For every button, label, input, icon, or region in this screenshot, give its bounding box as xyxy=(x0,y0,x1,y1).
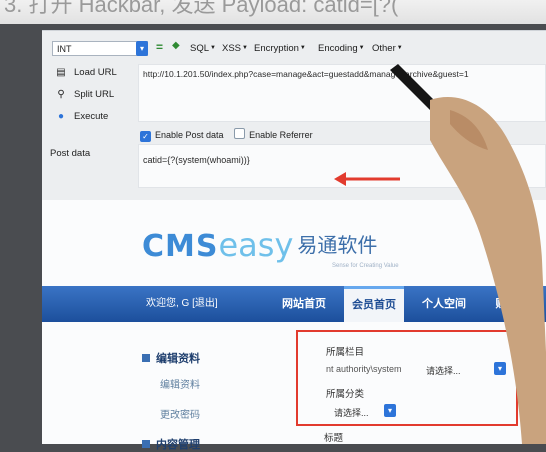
split-url-button[interactable]: ⚲ Split URL xyxy=(50,86,130,108)
title-label: 标题 xyxy=(324,433,344,444)
post-data-label: Post data xyxy=(50,148,91,159)
highlight-box: 所属栏目 nt authority\system 请选择... ▾ 所属分类 请… xyxy=(296,330,518,426)
load-icon: ▤ xyxy=(56,67,66,78)
cmseasy-page: CMSeasy 易通软件 Sense for Creating Value 欢迎您… xyxy=(42,200,546,451)
menu-sql[interactable]: SQL▼ xyxy=(190,43,216,54)
chevron-down-icon[interactable]: ▾ xyxy=(494,362,506,375)
sidebar-link-edit-profile[interactable]: 编辑资料 xyxy=(160,376,200,391)
enable-referrer-checkbox[interactable]: Enable Referrer xyxy=(234,128,313,140)
sidebar-section-profile: 编辑资料 xyxy=(142,350,200,366)
enable-post-checkbox[interactable]: ✓ Enable Post data xyxy=(140,130,224,142)
sidebar-section-content: 内容管理 xyxy=(142,436,200,452)
menu-other[interactable]: Other▼ xyxy=(372,43,403,54)
bullet-icon xyxy=(142,440,150,448)
sidebar-link-change-password[interactable]: 更改密码 xyxy=(160,406,200,421)
slide-caption: 3. 打开 Hackbar, 发送 Payload: catid=[?( xyxy=(0,0,546,24)
nav-cart[interactable]: 购物车 xyxy=(482,286,542,322)
equals-icon[interactable]: = xyxy=(156,40,163,54)
checkmark-icon: ✓ xyxy=(140,131,151,142)
main-nav: 欢迎您, G [退出] 网站首页 会员首页 个人空间 购物车 xyxy=(42,286,546,322)
split-icon: ⚲ xyxy=(57,89,65,100)
bullet-icon xyxy=(142,354,150,362)
menu-encryption[interactable]: Encryption▼ xyxy=(254,43,306,54)
load-url-button[interactable]: ▤ Load URL xyxy=(50,64,130,86)
nav-member-home[interactable]: 会员首页 xyxy=(344,286,404,322)
nav-home[interactable]: 网站首页 xyxy=(274,286,334,322)
hackbar-panel: INT ▾ = ◆ SQL▼ XSS▼ Encryption▼ Encoding… xyxy=(42,30,546,201)
menu-xss[interactable]: XSS▼ xyxy=(222,43,248,54)
url-input[interactable]: http://10.1.201.50/index.php?case=manage… xyxy=(138,64,546,122)
menu-encoding[interactable]: Encoding▼ xyxy=(318,43,365,54)
category-select[interactable]: 请选择... xyxy=(334,406,369,419)
chevron-down-icon[interactable]: ▾ xyxy=(384,404,396,417)
diamond-icon[interactable]: ◆ xyxy=(172,40,180,51)
red-arrow-annotation xyxy=(334,172,400,186)
checkbox-icon xyxy=(234,128,246,139)
execute-button[interactable]: ● Execute xyxy=(50,108,130,130)
cmseasy-logo: CMSeasy 易通软件 Sense for Creating Value xyxy=(142,226,399,269)
execute-icon: ● xyxy=(57,111,65,122)
welcome-text[interactable]: 欢迎您, G [退出] xyxy=(146,286,218,322)
command-output: nt authority\system xyxy=(326,364,402,374)
column-select[interactable]: 请选择... xyxy=(426,364,461,377)
encoding-select[interactable]: INT ▾ xyxy=(52,41,148,56)
hackbar-options: ✓ Enable Post data Enable Referrer xyxy=(140,128,313,142)
hackbar-toolbar: INT ▾ = ◆ SQL▼ XSS▼ Encryption▼ Encoding… xyxy=(42,39,546,59)
chevron-down-icon: ▾ xyxy=(136,41,148,56)
encoding-select-value: INT xyxy=(57,44,72,54)
hackbar-actions: ▤ Load URL ⚲ Split URL ● Execute xyxy=(50,64,130,130)
category-label: 所属分类 xyxy=(326,389,365,400)
column-label: 所属栏目 xyxy=(326,347,365,358)
nav-personal-space[interactable]: 个人空间 xyxy=(414,286,474,322)
